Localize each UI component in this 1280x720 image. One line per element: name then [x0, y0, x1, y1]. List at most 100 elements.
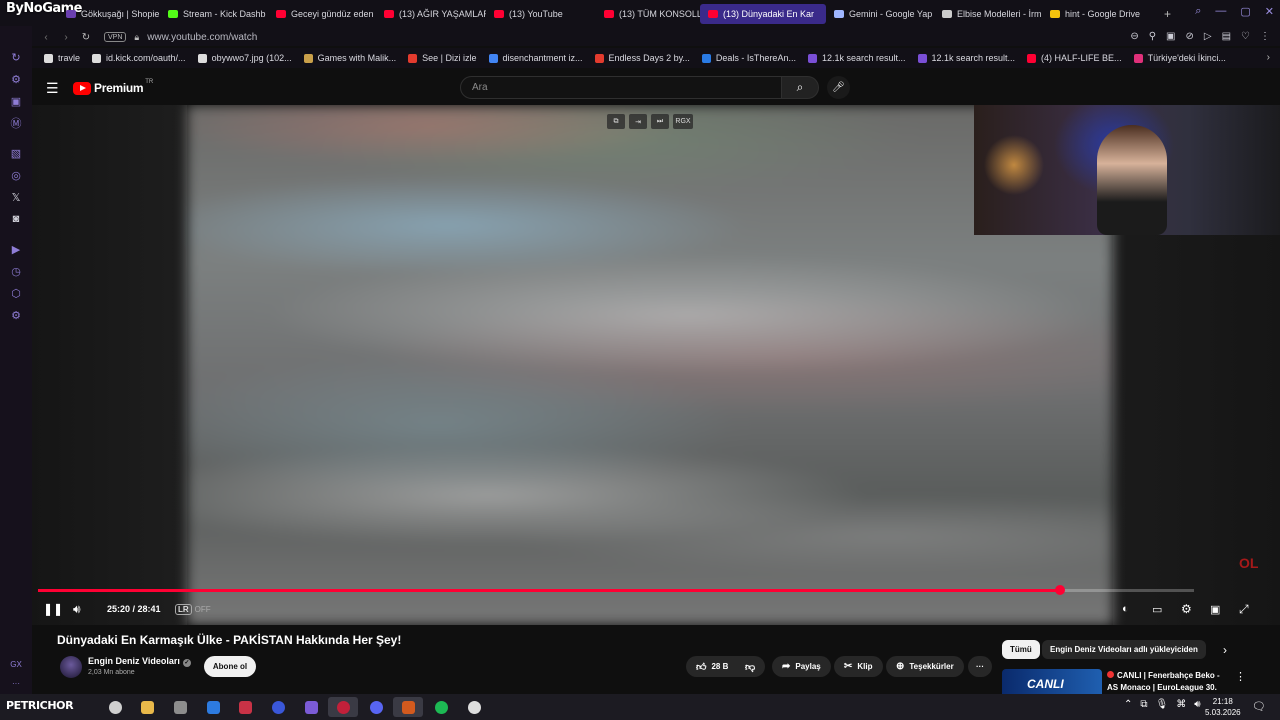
- snapshot-icon[interactable]: ▣: [1166, 31, 1175, 42]
- bookmark-item[interactable]: id.kick.com/oauth/...: [92, 53, 186, 63]
- zoom-icon[interactable]: ⊖: [1130, 31, 1138, 42]
- start-menu-icon[interactable]: [100, 697, 130, 717]
- tab-2[interactable]: Geceyi gündüz eden: [268, 4, 376, 24]
- bag-icon[interactable]: ▣: [0, 90, 32, 112]
- autoplay-toggle-icon[interactable]: ◐: [1122, 599, 1129, 619]
- url-field[interactable]: www.youtube.com/watch: [147, 32, 257, 43]
- favorite-icon[interactable]: ♡: [1241, 31, 1250, 42]
- chevron-right-icon[interactable]: ›: [1223, 643, 1227, 657]
- share-button[interactable]: ➦ Paylaş: [772, 656, 831, 677]
- ad-block-icon[interactable]: ⊘: [1185, 31, 1193, 42]
- video-player[interactable]: ⧉ ⇥ ⏭ RGX OL ❚❚ 🔊︎ 25:20 / 28:41 LR OFF ◐…: [32, 105, 1280, 625]
- exit-icon[interactable]: ⇥: [629, 114, 647, 129]
- settings-icon[interactable]: ⚙: [0, 304, 32, 326]
- bookmark-item[interactable]: Deals - IsThereAn...: [701, 53, 796, 63]
- recommendation-thumbnail[interactable]: CANLI: [1002, 669, 1102, 694]
- bookmark-item[interactable]: (4) HALF-LIFE BE...: [1027, 53, 1122, 63]
- bookmark-item[interactable]: Endless Days 2 by...: [594, 53, 690, 63]
- tab-6[interactable]: (13) Dünyadaki En Kar: [700, 4, 826, 24]
- bookmark-item[interactable]: See | Dizi izle: [408, 53, 477, 63]
- channel-avatar[interactable]: [60, 656, 82, 678]
- chip-all[interactable]: Tümü: [1002, 640, 1040, 659]
- m-icon[interactable]: Ⓜ: [0, 112, 32, 134]
- wallet-icon[interactable]: ▤: [1222, 31, 1231, 42]
- minimize-icon[interactable]: —: [1215, 5, 1226, 18]
- more-actions-button[interactable]: ···: [968, 656, 992, 677]
- streaming-app-icon[interactable]: [393, 697, 423, 717]
- twitch-icon[interactable]: ▧: [0, 142, 32, 164]
- tray-device-icon[interactable]: ⧉: [1140, 699, 1147, 710]
- tab-3[interactable]: (13) AĞIR YAŞAMLAR: [376, 4, 486, 24]
- discord-taskbar-icon[interactable]: [361, 697, 391, 717]
- tab-5[interactable]: (13) TÜM KONSOLLA: [596, 4, 700, 24]
- lr-toggle[interactable]: LR OFF: [175, 599, 211, 619]
- gx-corner-icon[interactable]: ⚙: [0, 68, 32, 90]
- youtube-logo[interactable]: Premium TR: [73, 79, 153, 95]
- bookmark-item[interactable]: Türkiye'deki İkinci...: [1133, 53, 1226, 63]
- reload-icon[interactable]: ↻: [80, 32, 92, 43]
- channel-name[interactable]: Engin Deniz Videoları ✓: [88, 656, 191, 667]
- gx-control-icon[interactable]: ↻: [0, 46, 32, 68]
- close-icon[interactable]: ✕: [1265, 5, 1274, 18]
- dislike-button[interactable]: 👎︎: [735, 656, 766, 677]
- tab-0[interactable]: Gökkuşağı | Shopier: [58, 4, 160, 24]
- bookmark-item[interactable]: 12.1k search result...: [807, 53, 906, 63]
- new-tab-button[interactable]: +: [1164, 7, 1171, 21]
- settings-gear-icon[interactable]: ⚙: [1181, 599, 1192, 619]
- thanks-button[interactable]: ⊕ Teşekkürler: [886, 656, 964, 677]
- subscribe-button[interactable]: Abone ol: [204, 656, 256, 677]
- game-launcher-icon[interactable]: [263, 697, 293, 717]
- bookmark-item[interactable]: Games with Malik...: [303, 53, 396, 63]
- miniplayer-icon[interactable]: ▣: [1210, 599, 1220, 619]
- taskbar-clock[interactable]: 21:18 5.03.2026: [1205, 696, 1241, 718]
- progress-scrubber[interactable]: [1054, 585, 1065, 595]
- extensions-icon[interactable]: ⬡: [0, 282, 32, 304]
- tab-8[interactable]: Elbise Modelleri - İrm: [934, 4, 1042, 24]
- vpn-badge[interactable]: VPN: [104, 32, 127, 42]
- menu-icon[interactable]: ⋮: [1260, 31, 1270, 42]
- bookmark-item[interactable]: obywwo7.jpg (102...: [197, 53, 292, 63]
- history-icon[interactable]: ◷: [0, 260, 32, 282]
- lock-icon[interactable]: 🔒︎: [134, 32, 139, 43]
- rgx-button[interactable]: RGX: [673, 114, 693, 129]
- pause-icon[interactable]: ❚❚: [43, 599, 63, 619]
- tab-4[interactable]: (13) YouTube: [486, 4, 596, 24]
- bookmark-item[interactable]: disenchantment iz...: [488, 53, 583, 63]
- discord-icon[interactable]: ◙: [0, 208, 32, 230]
- bookmark-item[interactable]: travle: [44, 53, 80, 63]
- search-input[interactable]: Ara: [460, 76, 782, 99]
- player-sidebar-icon[interactable]: ▶: [0, 238, 32, 260]
- recommendation-menu-icon[interactable]: ⋮: [1235, 670, 1246, 683]
- vivaldi-icon[interactable]: [230, 697, 260, 717]
- like-button[interactable]: 👍︎ 28 B: [686, 656, 737, 677]
- tab-9[interactable]: hint - Google Drive: [1042, 4, 1150, 24]
- opera-gx-icon[interactable]: [328, 697, 358, 717]
- search-tabs-icon[interactable]: ⌕: [1195, 5, 1201, 18]
- pin-icon[interactable]: ⚲: [1149, 31, 1156, 42]
- x-icon[interactable]: 𝕏: [0, 186, 32, 208]
- instagram-icon[interactable]: ◎: [0, 164, 32, 186]
- tab-7[interactable]: Gemini - Google Yap: [826, 4, 934, 24]
- tab-1[interactable]: Stream - Kick Dashb: [160, 4, 268, 24]
- forward-icon[interactable]: ›: [60, 32, 72, 43]
- hamburger-menu-icon[interactable]: ☰: [46, 80, 59, 97]
- search-button[interactable]: ⌕: [781, 76, 819, 99]
- calculator-icon[interactable]: [165, 697, 195, 717]
- progress-bar[interactable]: [38, 585, 1194, 595]
- bookmarks-more-icon[interactable]: ›: [1267, 52, 1270, 63]
- obs-icon[interactable]: [459, 697, 489, 717]
- channel-watermark[interactable]: OL: [1239, 555, 1258, 571]
- more-icon[interactable]: ···: [12, 679, 20, 688]
- back-icon[interactable]: ‹: [40, 32, 52, 43]
- chip-uploader[interactable]: Engin Deniz Videoları adlı yükleyiciden: [1042, 640, 1206, 659]
- player-icon[interactable]: ▷: [1204, 31, 1212, 42]
- skip-icon[interactable]: ⏭: [651, 114, 669, 129]
- tray-network-icon[interactable]: ⌘: [1176, 699, 1186, 710]
- voice-search-button[interactable]: 🎤︎: [827, 76, 850, 99]
- mail-icon[interactable]: [198, 697, 228, 717]
- gems-icon[interactable]: [296, 697, 326, 717]
- tray-volume-icon[interactable]: 🔊︎: [1194, 699, 1200, 710]
- maximize-icon[interactable]: ▢: [1240, 5, 1250, 18]
- subtitles-icon[interactable]: ▭: [1152, 599, 1162, 619]
- tray-chevron-icon[interactable]: ⌃: [1124, 699, 1132, 710]
